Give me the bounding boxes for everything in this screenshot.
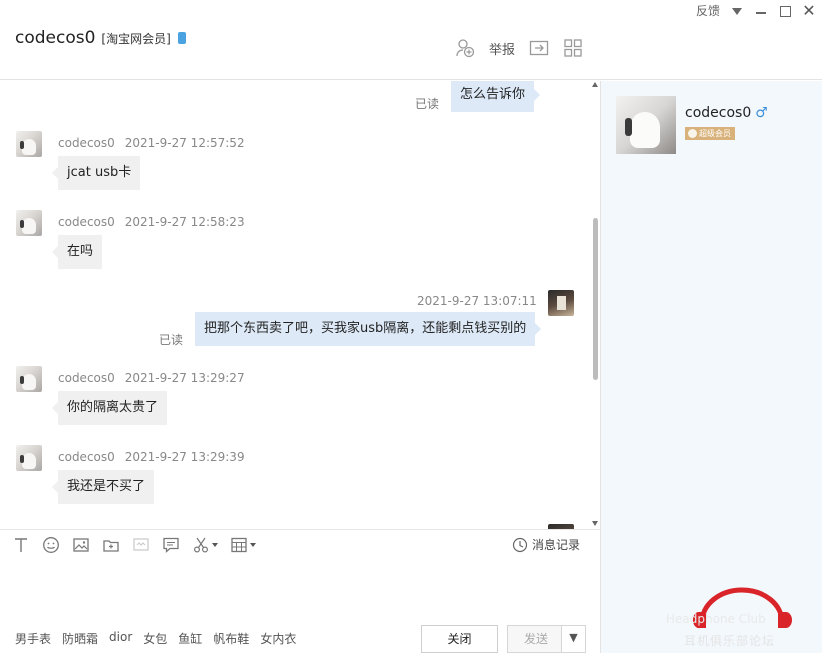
profile-panel: codecos0 ♂ 超级会员 xyxy=(600,81,822,653)
header-tools: 举报 xyxy=(455,38,583,58)
add-contact-icon[interactable] xyxy=(455,38,475,58)
report-button[interactable]: 举报 xyxy=(489,39,515,58)
message-meta: codecos0 2021-9-27 13:29:39 xyxy=(58,450,245,464)
quick-phrase[interactable]: 女内衣 xyxy=(260,630,296,647)
calculator-icon xyxy=(230,536,248,554)
font-icon[interactable] xyxy=(12,536,30,554)
window-controls: 反馈 ✕ xyxy=(696,2,816,19)
message-bubble-out[interactable]: 把那个东西卖了吧，买我家usb隔离，还能剩点钱买别的 xyxy=(195,312,542,346)
sender-avatar[interactable] xyxy=(16,366,42,392)
message-time: 2021-9-27 13:29:39 xyxy=(124,450,245,464)
share-exit-icon[interactable] xyxy=(529,38,549,58)
member-tag: [淘宝网会员] xyxy=(101,31,171,46)
chevron-down-icon xyxy=(212,543,218,547)
emoji-icon[interactable] xyxy=(42,536,60,554)
calculator-dropdown[interactable] xyxy=(230,536,256,554)
scrollbar-thumb[interactable] xyxy=(593,218,598,380)
vip-badge: 超级会员 xyxy=(685,127,735,140)
maximize-icon[interactable] xyxy=(778,4,792,18)
quick-phrase[interactable]: 防晒霜 xyxy=(62,630,98,647)
contact-name[interactable]: codecos0 xyxy=(15,28,95,48)
send-options-dropdown[interactable]: ▼ xyxy=(561,625,586,653)
profile-name-row: codecos0 ♂ xyxy=(685,105,768,121)
quick-reply-icon[interactable] xyxy=(162,536,180,554)
sender-name: codecos0 xyxy=(58,136,115,150)
composer-toolbar xyxy=(12,536,256,554)
quick-phrase[interactable]: 鱼缸 xyxy=(178,630,202,647)
message-bubble-in[interactable]: 你的隔离太贵了 xyxy=(51,391,168,425)
close-window-icon[interactable]: ✕ xyxy=(802,2,816,18)
sender-avatar[interactable] xyxy=(16,210,42,236)
mobile-online-icon xyxy=(177,32,186,44)
sender-avatar[interactable] xyxy=(16,131,42,157)
chat-title: codecos0 [淘宝网会员] xyxy=(15,28,186,48)
screen-icon[interactable] xyxy=(132,536,150,554)
message-time: 2021-9-27 12:58:23 xyxy=(124,215,245,229)
message-time: 2021-9-27 12:57:52 xyxy=(124,136,245,150)
message-meta: codecos0 2021-9-27 13:29:27 xyxy=(58,371,245,385)
scroll-up-arrow-icon[interactable] xyxy=(592,82,598,87)
quick-phrase[interactable]: 帆布鞋 xyxy=(213,630,249,647)
image-icon[interactable] xyxy=(72,536,90,554)
quick-phrase[interactable]: 男手表 xyxy=(15,630,51,647)
message-time: 2021-9-27 13:29:27 xyxy=(124,371,245,385)
my-avatar[interactable] xyxy=(548,290,574,316)
minimize-icon[interactable] xyxy=(754,4,768,18)
read-receipt: 已读 xyxy=(415,97,440,111)
send-button[interactable]: 发送 xyxy=(507,625,565,653)
close-button[interactable]: 关闭 xyxy=(421,625,498,653)
scissors-icon xyxy=(192,536,210,554)
file-icon[interactable] xyxy=(102,536,120,554)
message-bubble-in[interactable]: 在吗 xyxy=(51,235,103,269)
header-bar: 反馈 ✕ codecos0 [淘宝网会员] 举报 xyxy=(0,0,822,80)
message-bubble-out[interactable]: 怎么告诉你 xyxy=(451,81,541,112)
dropdown-menu-icon[interactable] xyxy=(730,4,744,18)
quick-phrases: 男手表 防晒霜 dior 女包 鱼缸 帆布鞋 女内衣 xyxy=(15,630,296,647)
sender-name: codecos0 xyxy=(58,371,115,385)
composer: 消息记录 男手表 防晒霜 dior 女包 鱼缸 帆布鞋 女内衣 关闭 发送 ▼ xyxy=(0,529,600,653)
message-bubble-in[interactable]: jcat usb卡 xyxy=(51,156,141,190)
history-label: 消息记录 xyxy=(532,538,581,552)
message-meta: codecos0 2021-9-27 12:57:52 xyxy=(58,136,245,150)
scroll-down-arrow-icon[interactable] xyxy=(592,521,598,526)
message-time: 2021-9-27 13:07:11 xyxy=(417,294,537,308)
watermark-text-cn: 耳机俱乐部论坛 xyxy=(684,634,776,648)
feedback-link[interactable]: 反馈 xyxy=(696,2,720,19)
clock-icon xyxy=(512,537,528,552)
profile-name[interactable]: codecos0 xyxy=(685,105,751,121)
chat-window: 反馈 ✕ codecos0 [淘宝网会员] 举报 已读 怎么告诉你 codeco… xyxy=(0,0,822,653)
message-meta: codecos0 2021-9-27 12:58:23 xyxy=(58,215,245,229)
profile-avatar[interactable] xyxy=(616,96,676,154)
chevron-down-icon xyxy=(250,543,256,547)
watermark-text: Headphone Club xyxy=(666,612,766,626)
message-list[interactable]: 已读 怎么告诉你 codecos0 2021-9-27 12:57:52 jcat… xyxy=(0,81,600,529)
message-bubble-in[interactable]: 我还是不买了 xyxy=(51,470,155,504)
quick-phrase[interactable]: dior xyxy=(109,630,132,647)
message-history-button[interactable]: 消息记录 xyxy=(512,536,580,553)
sender-name: codecos0 xyxy=(58,450,115,464)
grid-apps-icon[interactable] xyxy=(563,38,583,58)
sender-avatar[interactable] xyxy=(16,445,42,471)
quick-phrase[interactable]: 女包 xyxy=(143,630,167,647)
screenshot-scissors-dropdown[interactable] xyxy=(192,536,218,554)
read-receipt: 已读 xyxy=(159,333,184,347)
male-gender-icon: ♂ xyxy=(755,105,768,121)
sender-name: codecos0 xyxy=(58,215,115,229)
